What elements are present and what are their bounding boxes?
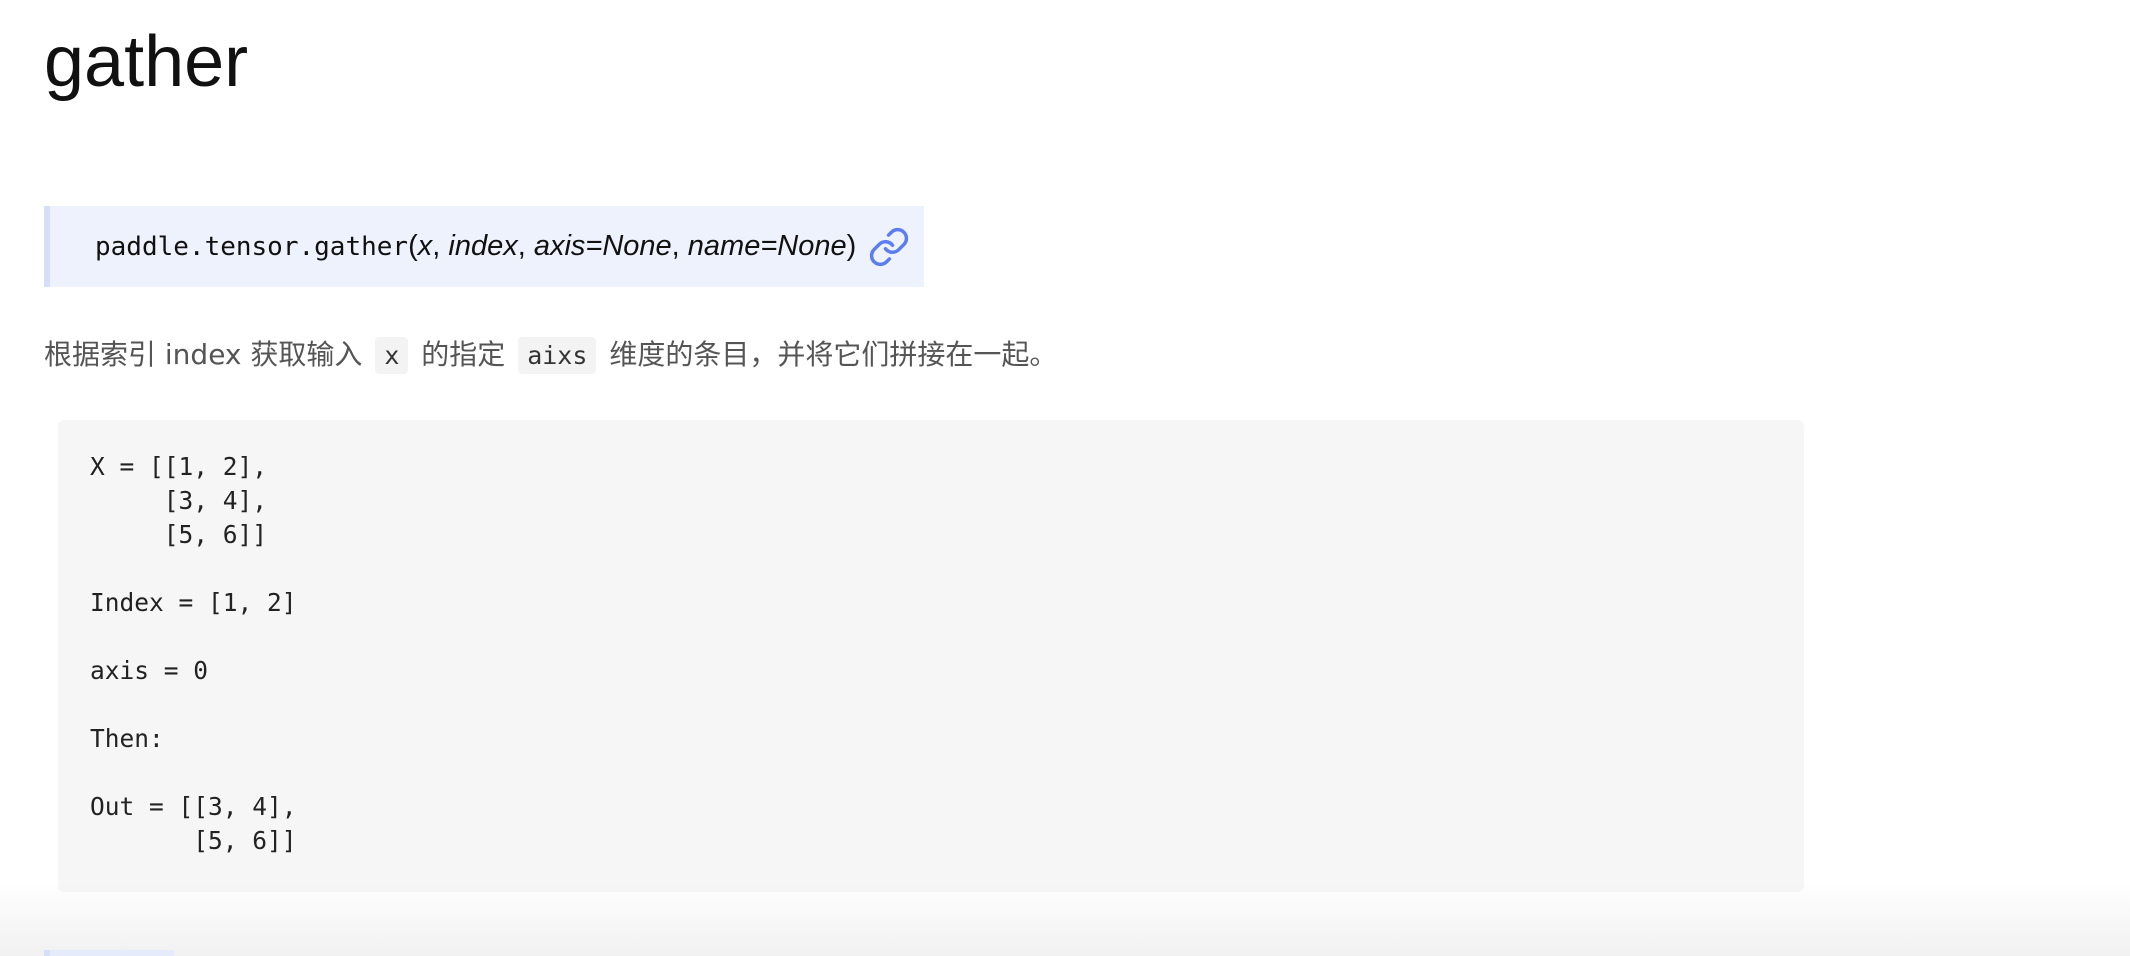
- signature-separator: ,: [671, 230, 688, 262]
- signature-function-name: gather: [314, 232, 409, 262]
- example-code-block: X = [[1, 2], [3, 4], [5, 6]] Index = [1,…: [58, 420, 1804, 892]
- signature-open-paren: (: [408, 230, 418, 262]
- example-code: X = [[1, 2], [3, 4], [5, 6]] Index = [1,…: [90, 452, 297, 855]
- signature-separator: ,: [432, 230, 449, 262]
- signature-separator: ,: [517, 230, 534, 262]
- page-title: gather: [44, 22, 249, 102]
- signature-module: paddle.tensor.: [95, 232, 315, 262]
- description-text: 维度的条目，并将它们拼接在一起。: [609, 338, 1058, 371]
- description-paragraph: 根据索引 index 获取输入 x 的指定 aixs 维度的条目，并将它们拼接在…: [44, 333, 1057, 378]
- function-signature-box: paddle.tensor.gather(x, index, axis=None…: [44, 206, 924, 287]
- signature-close-paren: ): [846, 230, 857, 262]
- description-text: 的指定: [421, 338, 506, 371]
- signature-param-name: name=None: [687, 230, 847, 262]
- bottom-fade: [0, 880, 2130, 956]
- signature-param-index: index: [448, 230, 518, 262]
- description-text: 根据索引 index 获取输入: [44, 338, 363, 371]
- function-signature: paddle.tensor.gather(x, index, axis=None…: [95, 228, 856, 265]
- signature-param-x: x: [417, 230, 433, 262]
- inline-code-x: x: [375, 337, 409, 374]
- inline-code-aixs: aixs: [518, 337, 597, 374]
- link-icon[interactable]: [868, 226, 910, 268]
- signature-param-axis: axis=None: [533, 230, 672, 262]
- next-signature-box-edge: [44, 950, 174, 956]
